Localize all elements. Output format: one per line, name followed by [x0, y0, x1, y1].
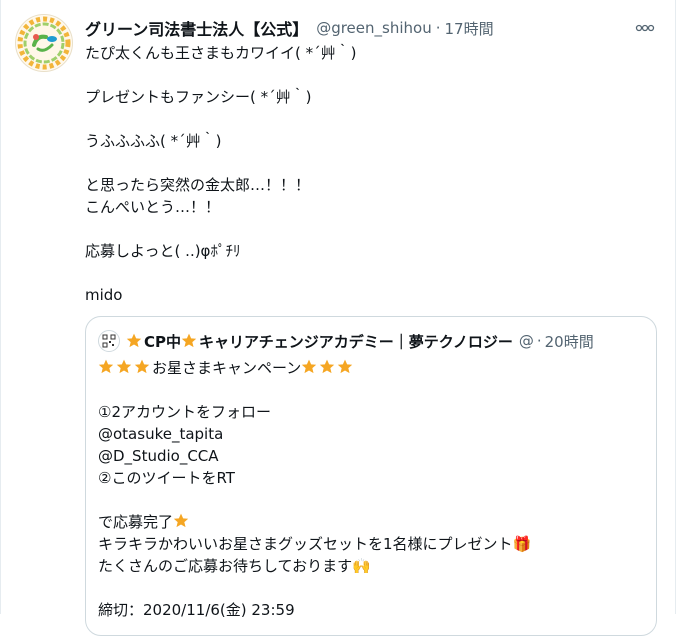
quoted-name-suffix: キャリアチェンジアカデミー｜夢テクノロジー	[199, 332, 513, 351]
quoted-line: ①2アカウントをフォロー	[98, 403, 271, 421]
quoted-handle: @	[518, 332, 534, 350]
star-emoji-icon	[134, 359, 150, 374]
tweet-paragraph: うふふふふ( *´艸｀)	[85, 132, 222, 150]
quoted-deadline: 締切：2020/11/6(金) 23:59	[98, 601, 295, 619]
display-name[interactable]: グリーン司法書士法人【公式】	[85, 16, 308, 40]
star-emoji-icon	[126, 333, 142, 348]
star-emoji-icon	[338, 359, 353, 374]
green-circle-logo-icon	[17, 16, 71, 70]
quoted-display-name: CP中 キャリアチェンジアカデミー｜夢テクノロジー	[126, 331, 513, 352]
quoted-timestamp: 20時間	[544, 332, 594, 351]
ellipsis-icon	[635, 24, 655, 32]
raising-hands-emoji-icon: 🙌	[352, 557, 371, 575]
quoted-line-thanks: たくさんのご応募お待ちしております🙌	[98, 555, 644, 577]
qr-code-icon	[102, 334, 116, 348]
quoted-complete-text: で応募完了	[98, 513, 174, 531]
star-emoji-icon	[98, 359, 114, 374]
tweet-paragraph: 応募しよっと( ..)φﾎﾟﾁﾘ	[85, 242, 241, 260]
star-emoji-icon	[302, 359, 317, 374]
quoted-thanks-text: たくさんのご応募お待ちしております	[98, 557, 353, 575]
tweet-paragraph: たぴ太くんも王さまもカワイイ( *´艸｀)	[85, 44, 357, 62]
quoted-present-text: キラキラかわいいお星さまグッズセットを1名様にプレゼント	[98, 535, 513, 553]
timestamp[interactable]: 17時間	[445, 18, 494, 39]
quoted-mention[interactable]: @D_Studio_CCA	[98, 445, 644, 467]
star-emoji-icon	[173, 513, 189, 528]
tweet-paragraph: プレゼントもファンシー( *´艸｀)	[85, 88, 312, 106]
quoted-tweet-text: お星さまキャンペーン ①2アカウントをフォロー @otasuke_tapita …	[98, 357, 644, 621]
quoted-line: ②このツイートをRT	[98, 469, 235, 487]
avatar[interactable]	[15, 14, 73, 72]
tweet-paragraph: mido	[85, 286, 123, 304]
quoted-line-title: お星さまキャンペーン	[98, 357, 644, 379]
star-emoji-icon	[116, 359, 132, 374]
quoted-mention[interactable]: @otasuke_tapita	[98, 423, 644, 445]
quoted-title-text: お星さまキャンペーン	[152, 359, 302, 377]
quoted-line-present: キラキラかわいいお星さまグッズセットを1名様にプレゼント🎁	[98, 533, 644, 555]
quoted-tweet[interactable]: CP中 キャリアチェンジアカデミー｜夢テクノロジー @ · 20時間 お星さまキ…	[85, 316, 657, 636]
quote-avatar	[98, 330, 120, 352]
tweet-header: グリーン司法書士法人【公式】 @green_shihou · 17時間	[85, 14, 659, 42]
star-emoji-icon	[320, 359, 335, 374]
tweet-paragraph: と思ったら突然の金太郎…！！！ こんぺいとう…！！	[85, 176, 311, 216]
quoted-name-prefix: CP中	[144, 332, 182, 351]
quoted-separator: ·	[536, 332, 542, 350]
more-options-icon[interactable]	[631, 14, 659, 42]
gift-emoji-icon: 🎁	[512, 535, 532, 553]
handle[interactable]: @green_shihou	[316, 19, 432, 37]
star-emoji-icon	[181, 333, 197, 348]
quoted-line-complete: で応募完了	[98, 511, 644, 533]
quoted-tweet-header: CP中 キャリアチェンジアカデミー｜夢テクノロジー @ · 20時間	[98, 329, 644, 353]
tweet[interactable]: グリーン司法書士法人【公式】 @green_shihou · 17時間 たぴ太く…	[0, 0, 676, 636]
separator-dot: ·	[435, 19, 441, 37]
tweet-text: たぴ太くんも王さまもカワイイ( *´艸｀) プレゼントもファンシー( *´艸｀)…	[85, 42, 659, 306]
